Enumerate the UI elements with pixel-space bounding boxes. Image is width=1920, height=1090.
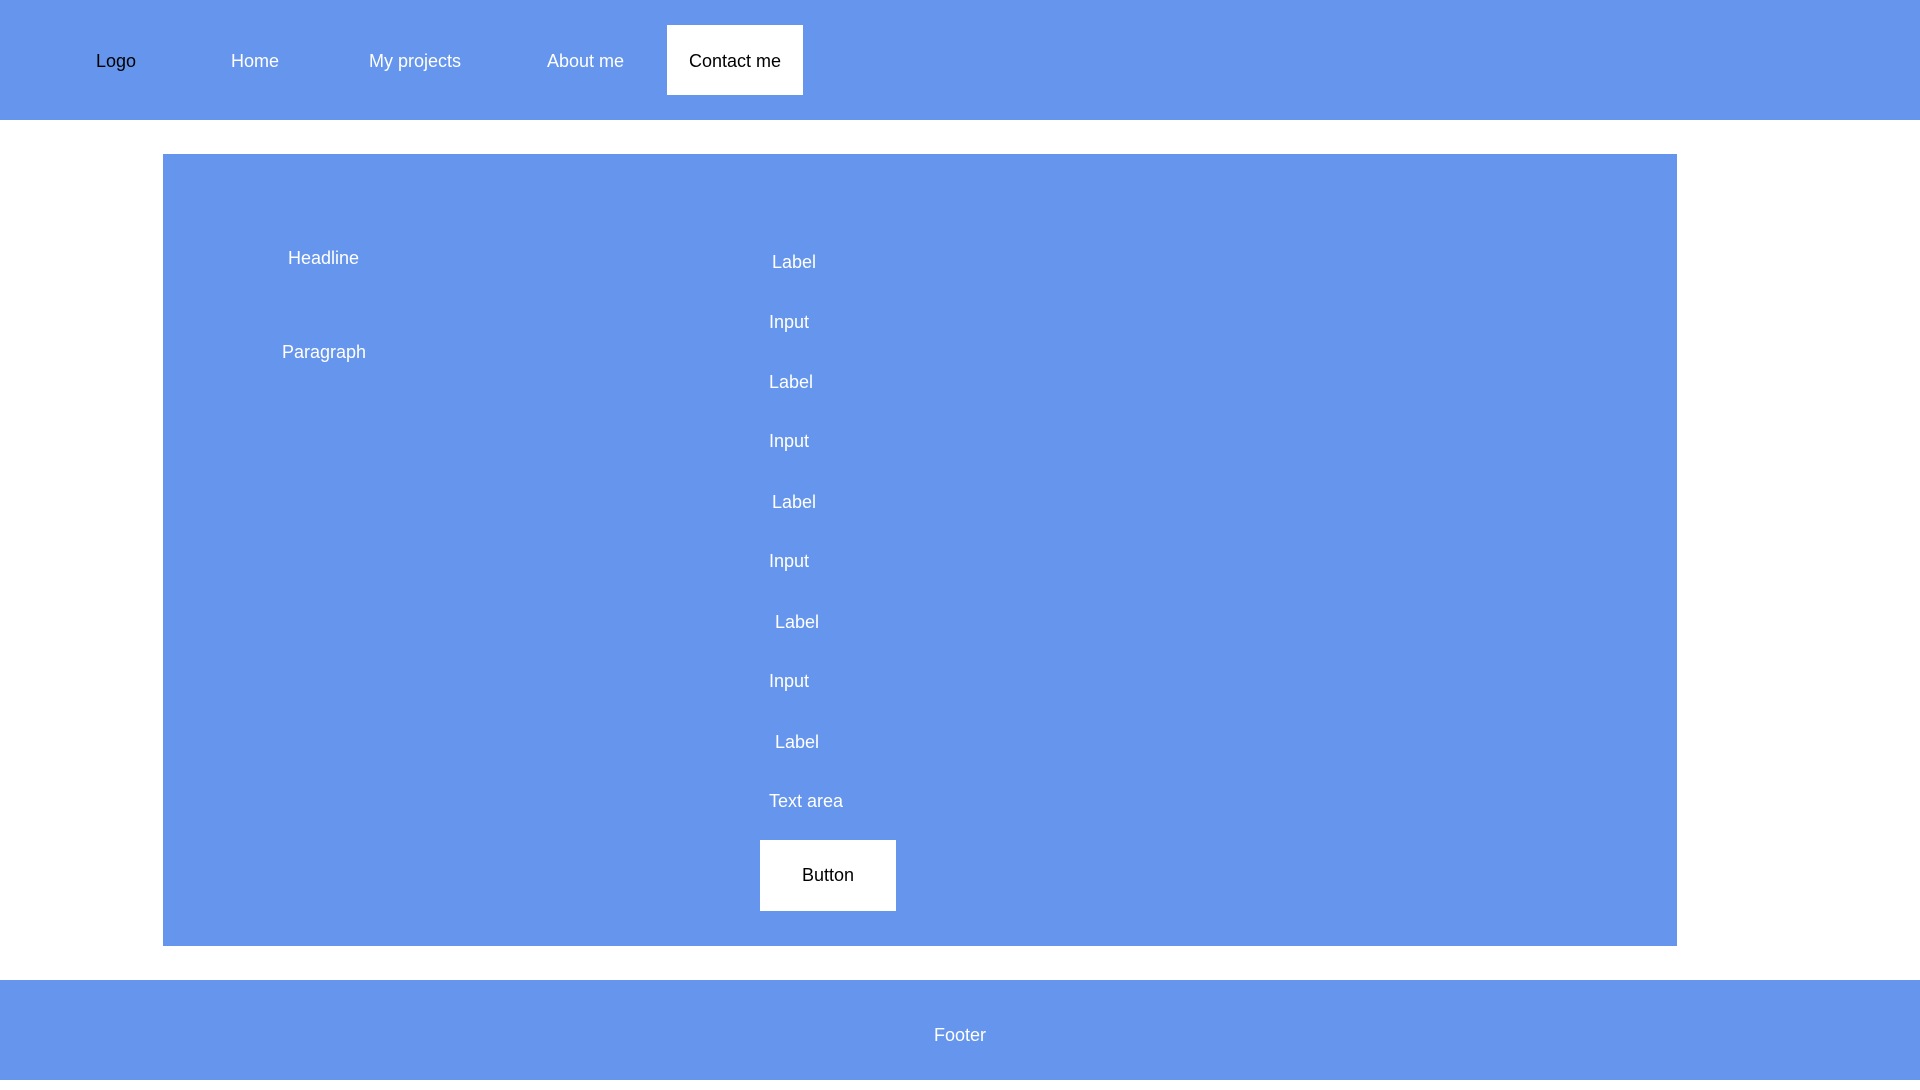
- nav-item-contact-me[interactable]: Contact me: [667, 25, 803, 95]
- site-footer: Footer: [0, 980, 1920, 1080]
- main-content: Headline Paragraph Label Input Label Inp…: [163, 154, 1677, 946]
- site-header: Logo Home My projects About me Contact m…: [0, 0, 1920, 120]
- form-input[interactable]: Input: [769, 671, 809, 692]
- form-label: Label: [772, 252, 817, 272]
- nav-item-my-projects[interactable]: My projects: [369, 25, 461, 95]
- form-label: Label: [775, 732, 820, 752]
- form-label: Label: [772, 492, 817, 512]
- nav-item-about-me[interactable]: About me: [547, 25, 624, 95]
- form-label: Label: [769, 372, 814, 392]
- page-paragraph: Paragraph: [282, 342, 367, 362]
- form-input[interactable]: Input: [769, 312, 809, 333]
- form-input[interactable]: Input: [769, 431, 809, 452]
- nav-item-home[interactable]: Home: [231, 25, 279, 95]
- page-headline: Headline: [288, 248, 360, 268]
- logo[interactable]: Logo: [96, 25, 136, 95]
- form-input[interactable]: Input: [769, 551, 809, 572]
- submit-button[interactable]: Button: [760, 840, 896, 911]
- footer-text: Footer: [933, 1025, 987, 1045]
- form-textarea[interactable]: Text area: [769, 791, 843, 812]
- form-label: Label: [775, 612, 820, 632]
